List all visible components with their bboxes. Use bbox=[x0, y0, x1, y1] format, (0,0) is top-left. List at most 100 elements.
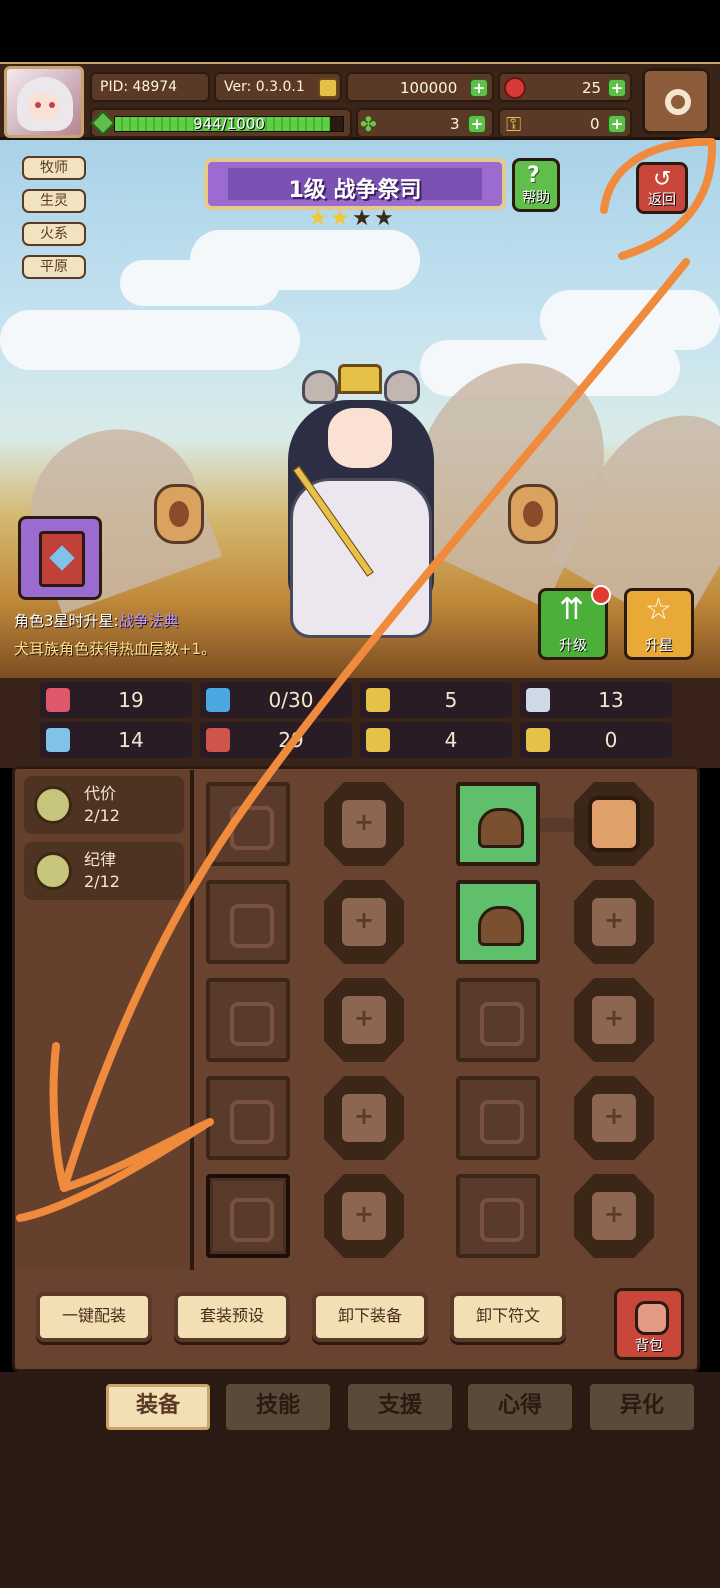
settings-button[interactable] bbox=[642, 68, 710, 134]
bag-label: 背包 bbox=[635, 1338, 663, 1354]
version-text: Ver: 0.3.0.1 bbox=[224, 79, 305, 95]
character-sprite bbox=[276, 360, 446, 670]
xp-gem-icon bbox=[90, 110, 116, 136]
tab-support[interactable]: 支援 bbox=[344, 1380, 456, 1434]
boot-stat-icon bbox=[366, 728, 390, 752]
stat-item: 19 bbox=[40, 682, 192, 718]
add-coins-button[interactable]: + bbox=[470, 79, 488, 97]
player-avatar[interactable] bbox=[4, 66, 84, 138]
stat-value: 14 bbox=[118, 728, 144, 752]
rune-slot-empty[interactable] bbox=[574, 1076, 654, 1160]
auto-equip-button[interactable]: 一键配装 bbox=[36, 1292, 152, 1342]
bag-button[interactable]: 背包 bbox=[614, 1288, 684, 1360]
star-outline-icon: ☆ bbox=[645, 592, 672, 627]
stat-item: 29 bbox=[200, 722, 352, 758]
xp-box: 944/1000 bbox=[90, 108, 352, 138]
set-bonus-count: 2/12 bbox=[84, 872, 120, 891]
upgrade-button[interactable]: ⇈ 升级 bbox=[538, 585, 611, 660]
stat-item: 0/30 bbox=[200, 682, 352, 718]
help-button[interactable]: ? 帮助 bbox=[512, 158, 560, 212]
tab-mutation[interactable]: 异化 bbox=[586, 1380, 698, 1434]
add-clover-button[interactable]: + bbox=[468, 115, 486, 133]
ring-slot[interactable] bbox=[206, 1174, 290, 1258]
tag-terrain: 平原 bbox=[22, 255, 86, 279]
notification-dot bbox=[591, 585, 611, 605]
star-icon: ★ bbox=[374, 206, 394, 231]
tab-equipment[interactable]: 装备 bbox=[102, 1380, 214, 1434]
stat-value: 4 bbox=[444, 728, 458, 752]
character-ear-right bbox=[384, 370, 420, 404]
shield-slot[interactable] bbox=[206, 880, 290, 964]
amulet-slot[interactable] bbox=[206, 978, 290, 1062]
rune-slot-empty[interactable] bbox=[574, 978, 654, 1062]
stat-item: 14 bbox=[40, 722, 192, 758]
rune-slot-empty[interactable] bbox=[324, 880, 404, 964]
rune-slot-empty[interactable] bbox=[324, 978, 404, 1062]
stat-item: 0 bbox=[520, 722, 672, 758]
tab-skills[interactable]: 技能 bbox=[222, 1380, 334, 1434]
gloves-slot[interactable] bbox=[456, 978, 540, 1062]
equipment-shield-icon[interactable] bbox=[154, 484, 204, 544]
tag-class: 牧师 bbox=[22, 156, 86, 180]
add-keys-button[interactable]: + bbox=[608, 115, 626, 133]
status-bar-area bbox=[0, 0, 720, 62]
help-label: 帮助 bbox=[522, 190, 550, 206]
unequip-runes-button[interactable]: 卸下符文 bbox=[450, 1292, 566, 1342]
set-bonus-item[interactable]: 纪律 2/12 bbox=[24, 842, 184, 900]
stat-value: 5 bbox=[444, 688, 458, 712]
pid-text: PID: 48974 bbox=[100, 79, 178, 95]
star-icon: ★ bbox=[330, 206, 350, 231]
rune-slot-equipped[interactable] bbox=[574, 782, 654, 866]
stat-value: 19 bbox=[118, 688, 144, 712]
heart-icon bbox=[46, 688, 70, 712]
gem-box: 25 + bbox=[498, 72, 632, 102]
set-bonus-item[interactable]: 代价 2/12 bbox=[24, 776, 184, 834]
mana-drop-icon bbox=[206, 688, 230, 712]
tab-insight[interactable]: 心得 bbox=[464, 1380, 576, 1434]
star-icon: ★ bbox=[308, 206, 328, 231]
weapon-slot[interactable] bbox=[206, 782, 290, 866]
avatar-eye-left bbox=[35, 102, 41, 108]
avatar-eye-right bbox=[49, 102, 55, 108]
gear-icon bbox=[665, 89, 691, 115]
helmet-slot-equipped[interactable] bbox=[456, 782, 540, 866]
character-ear-left bbox=[302, 370, 338, 404]
key-box: ⚿ 0 + bbox=[498, 108, 632, 138]
rune-slot-empty[interactable] bbox=[324, 1076, 404, 1160]
cloud bbox=[120, 260, 280, 306]
belt-slot[interactable] bbox=[456, 1076, 540, 1160]
stat-item: 5 bbox=[360, 682, 512, 718]
coin-icon bbox=[318, 78, 338, 98]
star-up-button[interactable]: ☆ 升星 bbox=[624, 588, 694, 660]
add-gems-button[interactable]: + bbox=[608, 79, 626, 97]
unequip-all-button[interactable]: 卸下装备 bbox=[312, 1292, 428, 1342]
set-bonus-name: 纪律 bbox=[84, 850, 117, 869]
set-bonus-icon bbox=[34, 786, 72, 824]
trinket-slot[interactable] bbox=[206, 1076, 290, 1160]
skill-book-button[interactable] bbox=[18, 516, 102, 600]
rune-slot-empty[interactable] bbox=[574, 1174, 654, 1258]
shield-stat-icon bbox=[366, 688, 390, 712]
ruby-icon bbox=[504, 77, 526, 99]
armor-slot-equipped[interactable] bbox=[456, 880, 540, 964]
coin-amount: 100000 bbox=[400, 79, 458, 97]
stat-value: 0 bbox=[604, 728, 618, 752]
stat-value: 29 bbox=[278, 728, 304, 752]
set-preset-button[interactable]: 套装预设 bbox=[174, 1292, 290, 1342]
rune-slot-empty[interactable] bbox=[574, 880, 654, 964]
perk-link[interactable]: 战争法典 bbox=[119, 612, 179, 630]
clover-amount: 3 bbox=[450, 115, 460, 133]
equipment-shield-icon[interactable] bbox=[508, 484, 558, 544]
pid-box: PID: 48974 bbox=[90, 72, 210, 102]
back-button[interactable]: ↺ 返回 bbox=[636, 162, 688, 214]
set-bonus-count: 2/12 bbox=[84, 806, 120, 825]
stat-value: 0/30 bbox=[268, 688, 314, 712]
set-bonus-icon bbox=[34, 852, 72, 890]
book-stat-icon bbox=[206, 728, 230, 752]
fist-icon bbox=[46, 728, 70, 752]
rune-slot-empty[interactable] bbox=[324, 1174, 404, 1258]
boots-slot[interactable] bbox=[456, 1174, 540, 1258]
rune-slot-empty[interactable] bbox=[324, 782, 404, 866]
xp-text: 944/1000 bbox=[193, 115, 265, 133]
clover-icon: ✤ bbox=[360, 112, 377, 136]
